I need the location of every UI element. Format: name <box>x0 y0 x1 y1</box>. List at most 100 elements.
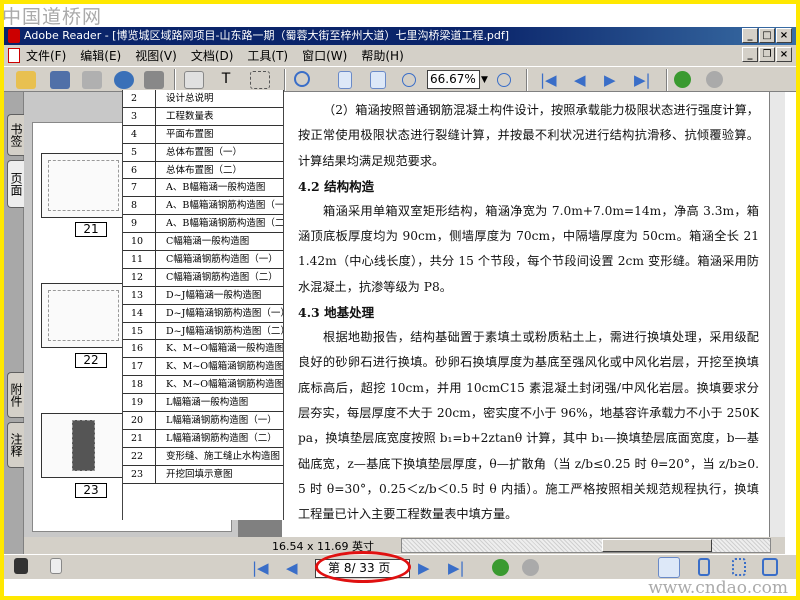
previous-page-icon[interactable]: ◀ <box>574 71 586 89</box>
drawing-list-row: 2 设计总说明 <box>123 90 283 108</box>
tab-attachments[interactable]: 附件 <box>7 372 25 418</box>
drawing-list-row: 15 D~J幅箱涵钢筋构造图（二） <box>123 322 283 341</box>
minimize-button[interactable]: _ <box>742 28 758 43</box>
status-next-page-icon[interactable]: ▶ <box>418 559 430 577</box>
drawing-title: A、B幅箱涵钢筋构造图（一） <box>166 200 283 212</box>
continuous-icon[interactable] <box>698 558 710 576</box>
drawing-number: 21 <box>123 429 156 447</box>
menu-help[interactable]: 帮助(H) <box>361 47 403 64</box>
zoom-level-input[interactable]: 66.67% <box>427 70 480 89</box>
tab-bookmarks[interactable]: 书签 <box>7 114 25 156</box>
drawing-number: 15 <box>123 322 156 340</box>
page-size-bar: 16.54 x 11.69 英寸 <box>24 537 785 554</box>
drawing-title: K、M~O幅箱涵钢筋构造图（一） <box>166 361 283 373</box>
scrollbar-thumb[interactable] <box>602 539 712 552</box>
last-page-icon[interactable]: ▶| <box>634 71 651 89</box>
thumbnail-label: 22 <box>75 353 107 368</box>
drawing-title: D~J幅箱涵钢筋构造图（一） <box>166 307 283 319</box>
go-back-icon[interactable] <box>674 71 691 88</box>
document-icon[interactable] <box>50 558 62 574</box>
drawing-title: C幅箱涵钢筋构造图（二） <box>166 271 278 283</box>
drawing-list-row: 21 L幅箱涵钢筋构造图（二） <box>123 429 283 448</box>
drawing-title: 总体布置图（一） <box>166 146 243 158</box>
page-thumbnail-23[interactable] <box>41 413 126 478</box>
snapshot-tool-icon[interactable] <box>250 71 270 89</box>
single-page-icon[interactable] <box>658 557 680 578</box>
horizontal-scrollbar[interactable] <box>401 538 771 553</box>
email-globe-icon[interactable] <box>114 71 134 89</box>
navigation-tabs: 书签 页面 附件 注释 <box>4 92 25 555</box>
page-thumbnail-21[interactable] <box>41 153 126 218</box>
drawing-title: L幅箱涵钢筋构造图（一） <box>166 415 277 427</box>
fit-page-icon[interactable] <box>338 71 352 89</box>
drawing-number: 8 <box>123 197 156 215</box>
doc-close-button[interactable]: × <box>776 47 792 62</box>
continuous-facing-icon[interactable] <box>732 558 746 576</box>
site-watermark: www.cndao.com <box>648 578 788 598</box>
menu-tools[interactable]: 工具(T) <box>247 47 288 64</box>
title-bar: Adobe Reader - [博览城区域路网项目-山东路一期（蜀蓉大街至梓州大… <box>4 27 796 45</box>
menu-file[interactable]: 文件(F) <box>26 47 66 64</box>
menu-document[interactable]: 文档(D) <box>191 47 234 64</box>
drawing-title: D~J幅箱涵钢筋构造图（二） <box>166 325 283 337</box>
page-thumbnail-22[interactable] <box>41 283 126 348</box>
monitor-icon[interactable] <box>14 558 28 574</box>
drawing-number: 17 <box>123 358 156 376</box>
document-view: （2）箱涵按照普通钢筋混凝土构件设计，按照承载能力极限状态进行强度计算，按正常使… <box>238 92 785 537</box>
status-previous-page-icon[interactable]: ◀ <box>286 559 298 577</box>
zoom-out-icon[interactable] <box>402 73 416 87</box>
drawing-title: 工程数量表 <box>166 110 214 122</box>
status-first-page-icon[interactable]: |◀ <box>252 559 269 577</box>
drawing-title: A、B幅箱涵一般构造图 <box>166 182 266 194</box>
drawing-title: C幅箱涵一般构造图 <box>166 236 250 248</box>
drawing-list-row: 11 C幅箱涵钢筋构造图（一） <box>123 251 283 269</box>
paragraph: 根据地勘报告，结构基础置于素填土或粉质粘土上，需进行换填处理，采用级配良好的砂卵… <box>298 330 759 522</box>
zoom-in-icon[interactable] <box>497 73 511 87</box>
search-binoculars-icon[interactable] <box>144 71 164 89</box>
first-page-icon[interactable]: |◀ <box>540 71 557 89</box>
drawing-list-row: 14 D~J幅箱涵钢筋构造图（一） <box>123 304 283 323</box>
select-text-tool-icon[interactable]: T <box>216 71 236 89</box>
zoom-in-tool-icon[interactable] <box>294 71 310 87</box>
drawing-list-row: 3 工程数量表 <box>123 107 283 126</box>
drawing-title: C幅箱涵钢筋构造图（一） <box>166 254 278 266</box>
drawing-title: L幅箱涵钢筋构造图（二） <box>166 432 277 444</box>
drawing-list-row: 23 开挖回填示意图 <box>123 465 283 484</box>
drawing-number: 14 <box>123 304 156 322</box>
drawing-list-row: 9 A、B幅箱涵钢筋构造图（二） <box>123 215 283 234</box>
pdf-doc-icon <box>8 48 20 63</box>
drawing-number: 16 <box>123 340 156 358</box>
paragraph: （2）箱涵按照普通钢筋混凝土构件设计，按照承载能力极限状态进行强度计算，按正常使… <box>298 103 759 168</box>
menu-view[interactable]: 视图(V) <box>135 47 177 64</box>
drawing-number: 2 <box>123 90 156 107</box>
drawing-title: K、M~O幅箱涵一般构造图 <box>166 343 283 355</box>
status-last-page-icon[interactable]: ▶| <box>448 559 465 577</box>
next-page-icon[interactable]: ▶ <box>604 71 616 89</box>
status-go-forward-icon[interactable] <box>522 559 539 576</box>
open-folder-icon[interactable] <box>16 71 36 89</box>
facing-icon[interactable] <box>762 558 778 576</box>
vertical-scrollbar[interactable] <box>770 92 785 537</box>
tab-pages[interactable]: 页面 <box>7 160 25 208</box>
print-icon[interactable] <box>82 71 102 89</box>
drawing-number: 4 <box>123 125 156 143</box>
menu-window[interactable]: 窗口(W) <box>302 47 347 64</box>
fit-width-icon[interactable] <box>370 71 386 89</box>
doc-minimize-button[interactable]: _ <box>742 47 758 62</box>
menu-edit[interactable]: 编辑(E) <box>80 47 121 64</box>
drawing-list-row: 8 A、B幅箱涵钢筋构造图（一） <box>123 197 283 216</box>
close-button[interactable]: × <box>776 28 792 43</box>
go-forward-icon[interactable] <box>706 71 723 88</box>
status-go-back-icon[interactable] <box>492 559 509 576</box>
drawing-list-row: 10 C幅箱涵一般构造图 <box>123 233 283 252</box>
drawing-number: 9 <box>123 215 156 233</box>
save-icon[interactable] <box>50 71 70 89</box>
doc-restore-button[interactable]: ❐ <box>759 47 775 62</box>
maximize-button[interactable]: □ <box>759 28 775 43</box>
tab-comments[interactable]: 注释 <box>7 422 25 468</box>
drawing-title: A、B幅箱涵钢筋构造图（二） <box>166 218 283 230</box>
site-logo: 中国道桥网 <box>2 6 103 28</box>
drawing-number: 5 <box>123 143 156 161</box>
highlight-oval <box>315 551 411 583</box>
hand-tool-icon[interactable] <box>184 71 204 89</box>
